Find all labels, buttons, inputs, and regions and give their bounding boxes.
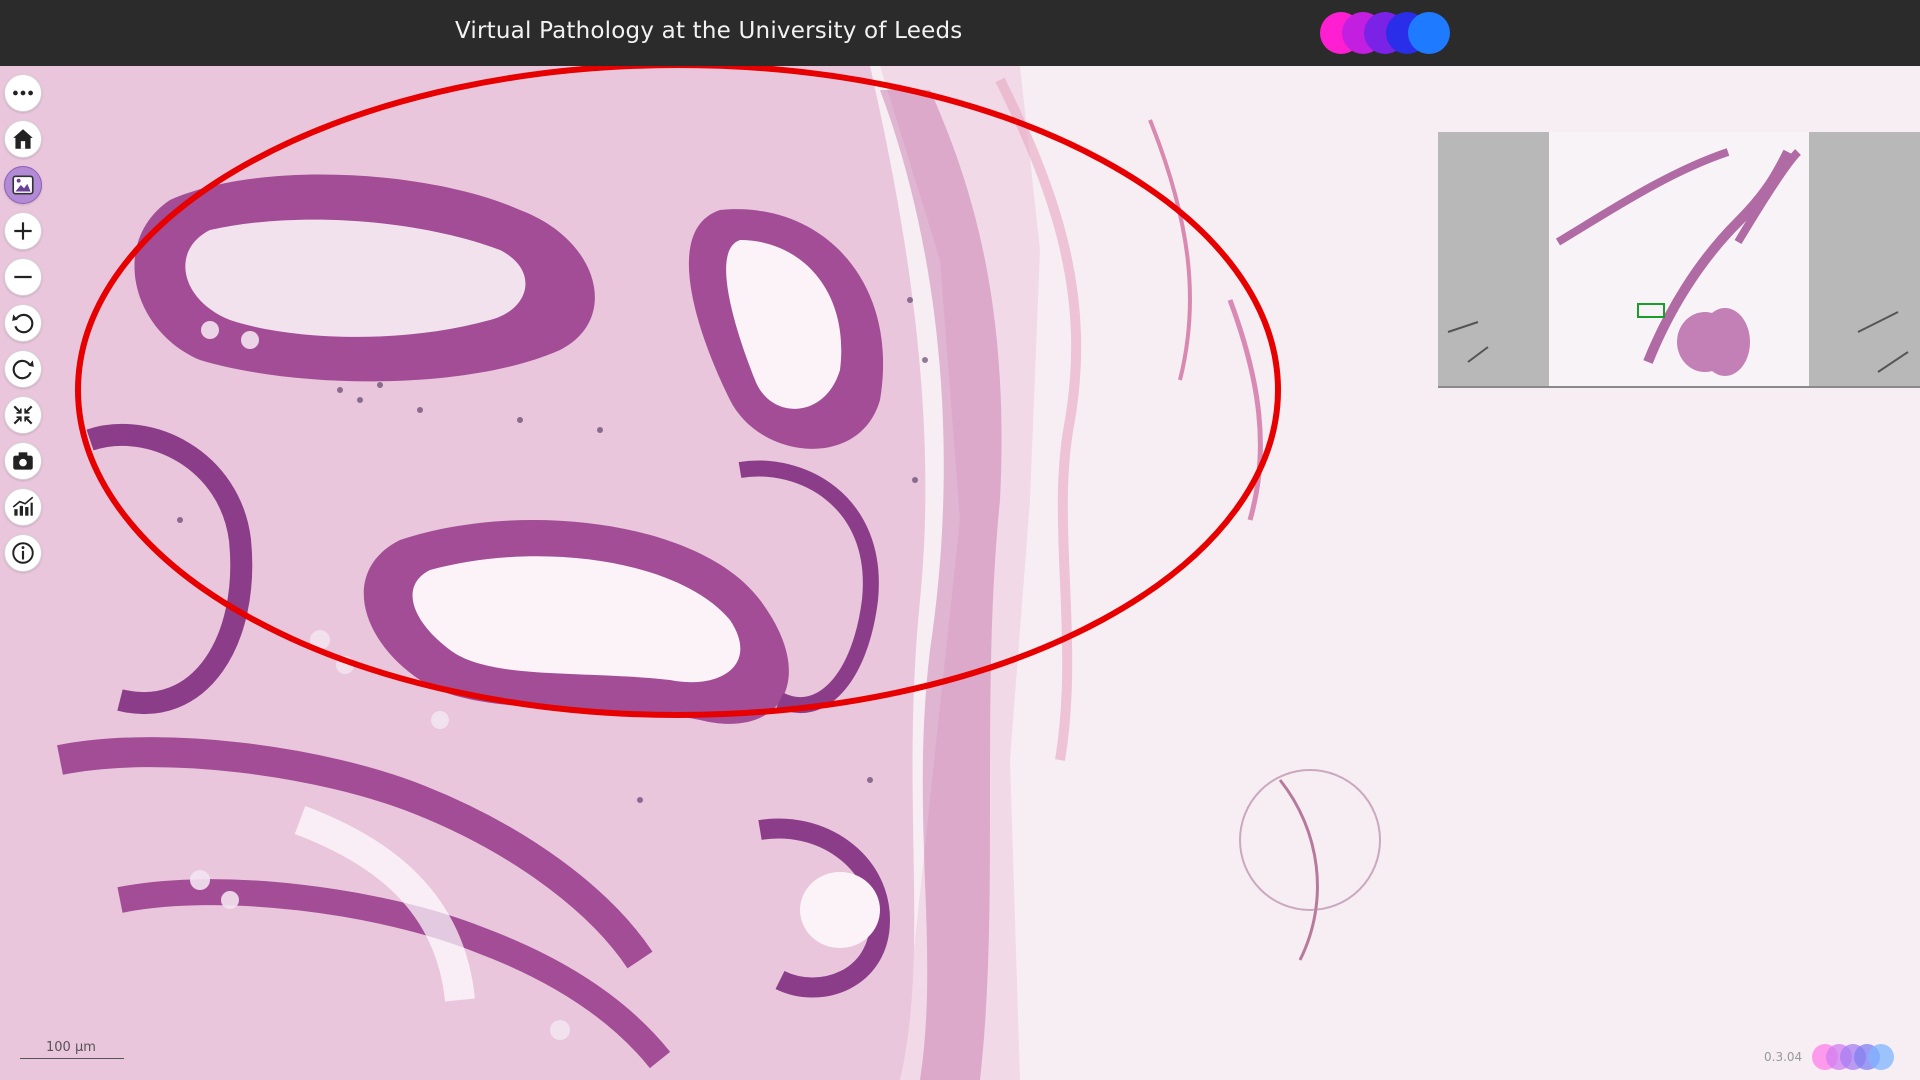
rotate-left-icon — [12, 313, 34, 334]
zoom-in-button[interactable] — [4, 212, 42, 250]
plus-icon — [14, 222, 32, 240]
slide-viewer[interactable] — [0, 66, 1920, 1080]
scale-bar: 100 µm — [20, 1040, 124, 1062]
screenshot-button[interactable] — [4, 442, 42, 480]
footer-logo — [1812, 1044, 1912, 1072]
scale-bar-label: 100 µm — [46, 1040, 96, 1055]
more-button[interactable] — [4, 74, 42, 112]
image-icon — [12, 175, 34, 195]
collapse-icon — [13, 405, 33, 425]
fit-button[interactable] — [4, 396, 42, 434]
scale-bar-line — [20, 1058, 124, 1059]
logo-circle-5 — [1408, 12, 1450, 54]
more-icon — [13, 90, 33, 96]
version-label: 0.3.04 — [1764, 1050, 1803, 1064]
rotate-right-button[interactable] — [4, 350, 42, 388]
home-button[interactable] — [4, 120, 42, 158]
zoom-out-button[interactable] — [4, 258, 42, 296]
camera-icon — [13, 452, 33, 470]
chart-icon — [12, 496, 34, 516]
version-area: 0.3.04 — [1760, 1044, 1910, 1072]
info-icon — [12, 542, 34, 564]
viewer-toolbar — [4, 74, 44, 572]
image-button[interactable] — [4, 166, 42, 204]
adjust-button[interactable] — [4, 488, 42, 526]
rotate-right-icon — [12, 359, 34, 380]
rotate-left-button[interactable] — [4, 304, 42, 342]
app-title: Virtual Pathology at the University of L… — [455, 18, 963, 44]
minimap-navigator[interactable] — [1438, 132, 1920, 388]
home-icon — [13, 129, 33, 149]
minus-icon — [14, 275, 32, 279]
footer-logo-circle-5 — [1868, 1044, 1894, 1070]
info-button[interactable] — [4, 534, 42, 572]
minimap-image — [1438, 132, 1920, 386]
top-bar: Virtual Pathology at the University of L… — [0, 0, 1920, 66]
leeds-logo — [1320, 12, 1460, 56]
